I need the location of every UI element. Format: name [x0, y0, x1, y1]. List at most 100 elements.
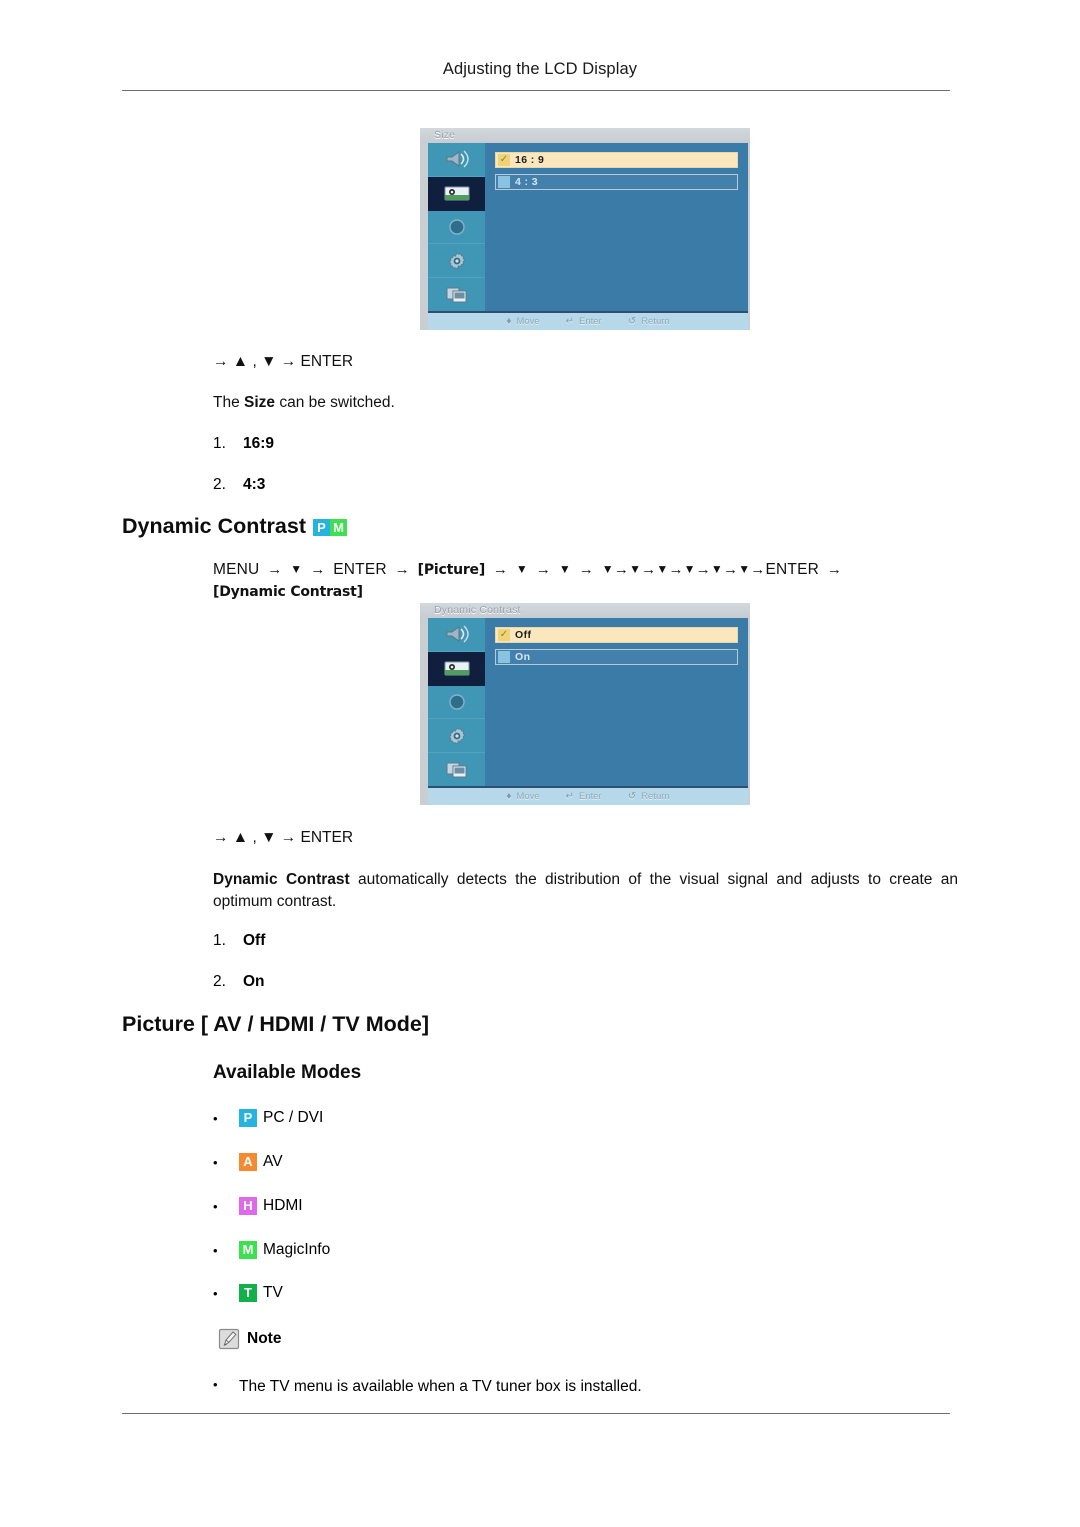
- osd-hint-label: Return: [641, 791, 670, 802]
- osd-hint-enter: ↵ Enter: [566, 316, 602, 327]
- osd-sidebar-item-multi-control[interactable]: [428, 753, 485, 786]
- page-header: Adjusting the LCD Display: [0, 60, 1080, 79]
- osd-sidebar-item-settings[interactable]: [428, 719, 485, 754]
- osd-sidebar-item-picture[interactable]: [428, 176, 485, 211]
- osd-option-off[interactable]: ✓ Off: [495, 627, 738, 643]
- mode-list-item-pc-dvi: • P PC / DVI: [213, 1109, 323, 1127]
- osd-hint-label: Return: [641, 316, 670, 327]
- osd-hint-label: Enter: [579, 791, 602, 802]
- osd-sidebar-item-setup[interactable]: [428, 685, 485, 720]
- down-arrow-icon: ▼: [515, 562, 528, 576]
- down-arrow-icon: ▼: [738, 562, 751, 576]
- empty-check-icon: [498, 176, 510, 188]
- osd-option-label: On: [515, 651, 531, 663]
- note-pencil-icon: [218, 1328, 240, 1350]
- osd-hint-label: Move: [516, 791, 540, 802]
- right-arrow-icon: →: [668, 561, 684, 578]
- mode-label: TV: [263, 1284, 283, 1301]
- osd-hint-label: Move: [516, 316, 540, 327]
- empty-check-icon: [498, 651, 510, 663]
- magicinfo-badge: M: [330, 518, 347, 536]
- footer-divider-rule: [122, 1413, 950, 1414]
- move-updown-icon: ♦: [506, 315, 512, 327]
- osd-sidebar-item-settings[interactable]: [428, 244, 485, 279]
- right-arrow-icon: →: [267, 561, 283, 578]
- osd-sidebar-item-sound[interactable]: [428, 618, 485, 652]
- osd-sidebar-item-multi-control[interactable]: [428, 278, 485, 311]
- right-arrow-icon: →: [723, 561, 739, 578]
- osd-sidebar: [428, 618, 485, 786]
- menu-path-tail-tag: [Dynamic Contrast]: [213, 584, 363, 601]
- osd-option-label: 16 : 9: [515, 154, 545, 166]
- right-arrow-icon: →: [535, 561, 552, 578]
- right-arrow-icon: →: [310, 561, 326, 578]
- osd-hint-label: Enter: [579, 316, 602, 327]
- bullet-icon: •: [213, 1377, 218, 1392]
- osd-option-list: ✓ 16 : 9 4 : 3: [485, 143, 748, 311]
- osd-main: ✓ Off On: [428, 618, 748, 786]
- section-heading-dynamic-contrast: Dynamic Contrast P M: [122, 514, 347, 539]
- list-value: 16:9: [243, 435, 275, 452]
- mode-list-item-magicinfo: • M MagicInfo: [213, 1241, 330, 1259]
- osd-sidebar: [428, 143, 485, 311]
- osd-title-size: Size: [434, 129, 456, 141]
- enter-key-icon: ↵: [565, 790, 575, 802]
- down-arrow-icon: ▼: [290, 562, 303, 576]
- list-number: 2.: [213, 973, 226, 990]
- gear-settings-icon: [448, 252, 465, 270]
- menu-path-dynamic-contrast: MENU → ▼ → ENTER → [Picture] → ▼ → ▼ → ▼…: [213, 559, 958, 604]
- osd-titlebar: Size: [420, 128, 750, 143]
- mode-list-item-tv: • T TV: [213, 1284, 283, 1302]
- right-arrow-icon: →: [750, 561, 766, 578]
- menu-path-tag: [Picture]: [417, 562, 486, 578]
- osd-screenshot-dynamic-contrast: Dynamic Contrast ✓ Off On ♦ Move ↵ Enter…: [420, 603, 750, 805]
- size-list-item-1: 1. 16:9: [213, 435, 274, 453]
- mode-label: MagicInfo: [263, 1241, 331, 1258]
- osd-option-list: ✓ Off On: [485, 618, 748, 786]
- osd-main: ✓ 16 : 9 4 : 3: [428, 143, 748, 311]
- osd-sidebar-item-sound[interactable]: [428, 143, 485, 177]
- dynamic-contrast-description: Dynamic Contrast automatically detects t…: [213, 869, 958, 913]
- list-value: Off: [243, 932, 266, 949]
- note-heading: Note: [218, 1328, 281, 1350]
- bullet-icon: •: [213, 1198, 218, 1214]
- down-arrow-icon: ▼: [656, 562, 669, 576]
- sound-speaker-icon: [446, 625, 469, 643]
- osd-option-16-9[interactable]: ✓ 16 : 9: [495, 152, 738, 168]
- mode-list-item-av: • A AV: [213, 1153, 283, 1171]
- picture-image-icon: [444, 661, 469, 676]
- osd-option-on[interactable]: On: [495, 649, 738, 665]
- list-number: 1.: [213, 435, 226, 452]
- osd-screenshot-size: Size ✓ 16: 9 4: 3 ♦ Move ↵ Enter ↺ Ret…: [420, 128, 750, 330]
- pc-dvi-badge: P: [313, 518, 330, 536]
- page-header-title: Adjusting the LCD Display: [442, 60, 638, 78]
- down-arrow-icon: ▼: [710, 562, 723, 576]
- list-value: 4:3: [243, 476, 266, 493]
- av-badge: A: [239, 1153, 257, 1171]
- setup-circle-icon: [448, 219, 465, 235]
- bullet-icon: •: [213, 1285, 218, 1301]
- osd-sidebar-item-picture[interactable]: [428, 651, 485, 686]
- note-text: The TV menu is available when a TV tuner…: [239, 1378, 642, 1395]
- gear-settings-icon: [448, 727, 465, 745]
- description-bold: Dynamic Contrast: [213, 871, 350, 888]
- down-arrow-icon: ▼: [629, 562, 642, 576]
- right-arrow-icon: →: [578, 561, 594, 578]
- section-heading-text: Dynamic Contrast: [122, 514, 306, 538]
- osd-sidebar-item-setup[interactable]: [428, 210, 485, 245]
- right-arrow-icon: →: [695, 561, 711, 578]
- picture-image-icon: [444, 186, 469, 201]
- osd-hint-move: ♦ Move: [506, 316, 539, 327]
- down-arrow-icon: ▼: [558, 562, 571, 576]
- osd-hint-return: ↺ Return: [628, 791, 670, 802]
- bullet-icon: •: [213, 1242, 218, 1258]
- menu-path-parts: MENU → ▼ → ENTER → [Picture] → ▼ → ▼ → ▼…: [213, 561, 850, 578]
- osd-option-4-3[interactable]: 4 : 3: [495, 174, 738, 190]
- tv-badge: T: [239, 1284, 257, 1302]
- osd-body: ✓ Off On ♦ Move ↵ Enter ↺ Return: [428, 618, 748, 805]
- osd-option-label: 4 : 3: [515, 176, 539, 188]
- checkmark-icon: ✓: [498, 154, 510, 166]
- menu-path-text: MENU: [213, 561, 260, 578]
- size-list-item-2: 2. 4:3: [213, 476, 265, 494]
- mode-label: HDMI: [263, 1197, 303, 1214]
